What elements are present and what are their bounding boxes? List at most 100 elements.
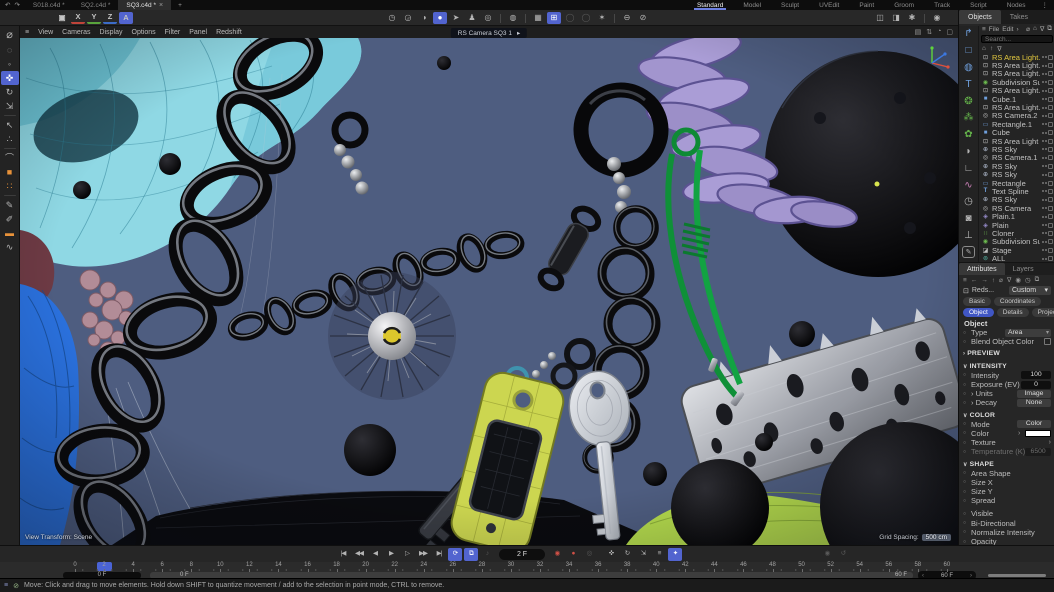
workspace-tab[interactable]: UVEdit [809,0,849,10]
mograph-icon[interactable]: ✶ [595,12,609,24]
attributes-tab[interactable]: Layers [1005,263,1042,275]
key-pla-button[interactable]: ✦ [668,548,682,561]
workspace-tab[interactable]: Track [924,0,960,10]
ghost-b-icon[interactable]: ◯ [579,12,593,24]
visibility-toggles[interactable] [1042,147,1053,152]
attribute-row[interactable]: Spread [959,496,1054,505]
tracer-icon[interactable]: ∿ [960,177,978,194]
viewport-settings-icon[interactable]: ▤ [915,28,922,36]
close-tab-icon[interactable]: × [159,2,163,9]
visibility-toggles[interactable] [1042,155,1053,160]
history-icon[interactable]: ◷ [385,12,399,24]
history-icon[interactable]: ◷ [1025,276,1031,284]
simulation-tag-icon[interactable]: ◗ [960,144,978,161]
disable-icon[interactable]: ⊘ [636,12,650,24]
workspace-tab[interactable]: Nodes [997,0,1036,10]
axis-gizmo[interactable] [922,41,952,71]
attribute-row[interactable]: Type Area [959,328,1054,337]
divider[interactable] [924,14,925,23]
keyframe-selection-button[interactable]: ◎ [582,548,596,561]
rotate-tool-icon[interactable]: ↻ [1,85,19,99]
simulation-icon[interactable]: ◍ [506,12,520,24]
viewport-menu-item[interactable]: Filter [165,29,181,36]
attribute-row[interactable]: Intensity 100 [959,371,1054,380]
spline-arc-icon[interactable]: ⌒ [1,151,19,165]
attribute-row[interactable]: Mode Color [959,420,1054,429]
visibility-toggles[interactable] [1042,97,1053,102]
search-icon[interactable]: ⌀ [1026,25,1030,33]
back-icon[interactable]: ← [971,277,978,284]
attribute-row[interactable]: ∨ SHAPE [959,459,1054,468]
attribute-row[interactable]: Exposure (EV) 0 [959,380,1054,389]
attribute-control[interactable]: 6500 [1025,448,1051,456]
current-frame-field[interactable]: 2 F [499,549,545,560]
attribute-row[interactable]: Visible [959,509,1054,518]
ghost-a-icon[interactable]: ◯ [563,12,577,24]
remove-icon[interactable]: ⊖ [620,12,634,24]
workspace-tab[interactable]: Standard [687,0,733,10]
axis-y-button[interactable]: Y [87,12,101,24]
edge-mode-icon[interactable]: ▬ [1,226,19,240]
status-menu-icon[interactable]: ≡ [4,582,8,589]
attribute-row[interactable]: Size X [959,478,1054,487]
workspace-tab[interactable]: Sculpt [771,0,809,10]
time-icon[interactable]: ◷ [960,194,978,211]
viewport-menu-item[interactable]: Redshift [216,29,242,36]
visibility-toggles[interactable] [1042,63,1053,68]
visibility-toggles[interactable] [1042,189,1053,194]
viewport-menu-icon[interactable]: ≡ [25,29,29,36]
attribute-tab-button[interactable]: Object [963,308,994,317]
attribute-tab-button[interactable]: Basic [963,297,991,306]
attribute-control[interactable]: None [1017,399,1051,407]
divider[interactable] [4,115,16,116]
home-icon[interactable]: ⌂ [1033,25,1037,33]
attribute-row[interactable]: › Units Image [959,389,1054,398]
visibility-toggles[interactable] [1042,80,1053,85]
visibility-toggles[interactable] [1042,231,1053,236]
popout-icon[interactable]: ⧉ [1035,276,1040,284]
redo-icon[interactable]: ↷ [14,1,19,9]
attribute-control[interactable]: › [1049,439,1051,446]
goto-end-button[interactable]: ▶| [432,548,446,561]
workplane-icon[interactable]: ▣ [55,12,69,24]
lock-icon[interactable]: ◉ [1015,276,1021,284]
visibility-toggles[interactable] [1042,88,1053,93]
workspace-tab[interactable]: Model [733,0,771,10]
material-pencil-icon[interactable]: ✎ [962,246,975,258]
attribute-row[interactable]: Normalize Intensity [959,528,1054,537]
workspace-overflow-icon[interactable]: ⋮ [1036,0,1054,10]
key-scale-button[interactable]: ⇲ [636,548,650,561]
up-icon[interactable]: ↑ [990,45,993,52]
transform-icon[interactable]: ↖ [1,118,19,132]
axis-lock-button[interactable]: A [119,12,133,24]
filter-icon[interactable]: ∇ [1040,25,1044,33]
keyframe-bar-toggle[interactable]: ⧉ [464,548,478,561]
viewport-menu-item[interactable]: Panel [189,29,207,36]
attribute-row[interactable]: Area Shape [959,469,1054,478]
timeline-scrollbar[interactable] [988,574,1046,577]
attribute-control[interactable] [1044,338,1051,345]
new-document-button[interactable]: + [171,0,189,10]
knife-tool-icon[interactable]: ✎ [1,198,19,212]
cloner-tool-icon[interactable]: ⁂ [960,110,978,127]
document-tab[interactable]: SQ3.c4d * × [118,0,171,10]
workspace-tab[interactable]: Groom [884,0,924,10]
visibility-toggles[interactable] [1042,105,1053,110]
volume-icon[interactable]: ❂ [960,93,978,110]
selection-option-icon[interactable]: ◦ [1,57,19,71]
popout-icon[interactable]: ⧉ [1047,25,1052,33]
objects-more-icon[interactable]: › [1016,26,1018,33]
attribute-row[interactable]: ∨ INTENSITY [959,362,1054,371]
forward-icon[interactable]: → [981,277,988,284]
attribute-tab-button[interactable]: Coordinates [994,297,1041,306]
autokey-button[interactable]: ● [566,548,580,561]
point-mode-icon[interactable]: ∷ [1,179,19,193]
visibility-toggles[interactable] [1042,181,1053,186]
path-filter-icon[interactable]: ∇ [997,45,1001,53]
character-tool-icon[interactable]: ♟ [465,12,479,24]
attribute-control[interactable] [1025,430,1051,437]
divider[interactable] [4,195,16,196]
divider[interactable] [614,14,615,23]
viewport-clock-icon[interactable]: ◔ [937,28,941,36]
attribute-row[interactable]: Bi-Directional [959,519,1054,528]
